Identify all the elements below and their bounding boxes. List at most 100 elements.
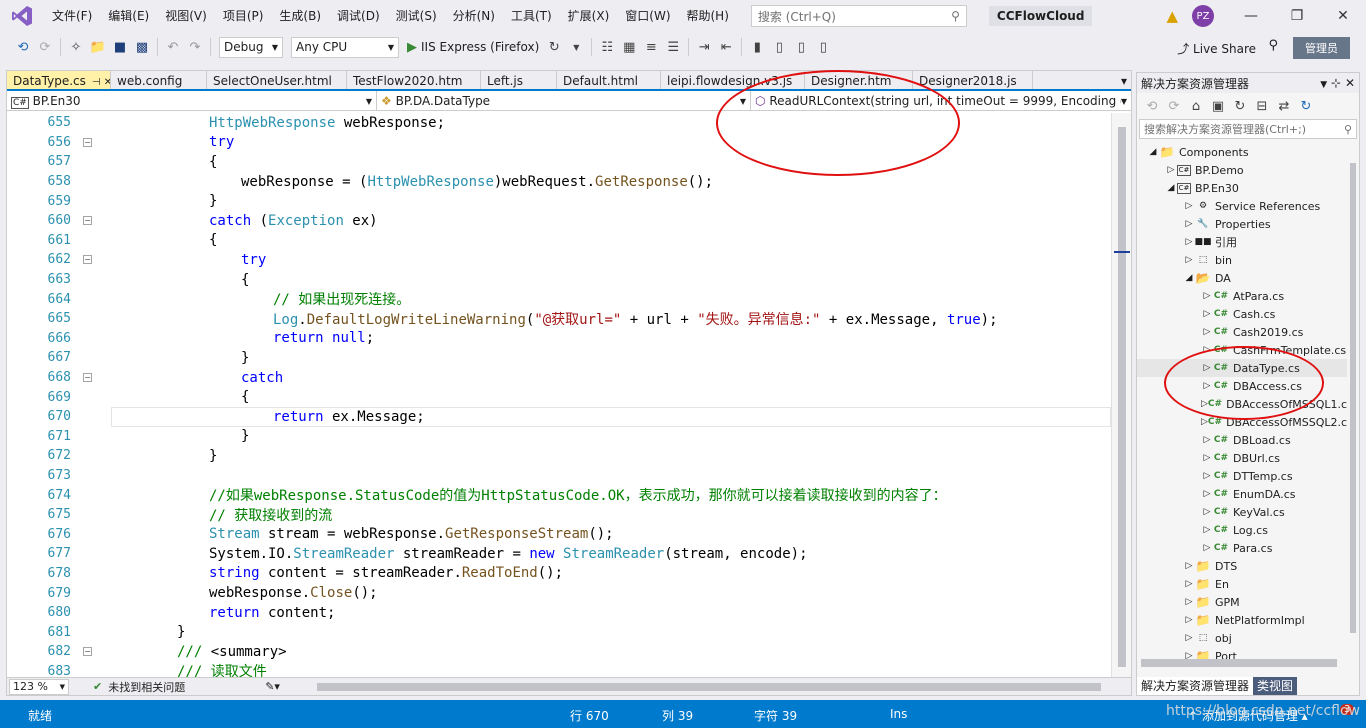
tab-document[interactable]: DataType.cs ⊣ ✕ — [7, 71, 111, 89]
indent-icon[interactable]: ⇥ — [693, 36, 715, 58]
tab-overflow-icon[interactable]: ▾ — [1121, 71, 1127, 91]
code-line[interactable]: 681} — [7, 622, 1111, 642]
collapse-icon[interactable]: − — [83, 372, 92, 382]
collapse-icon[interactable]: − — [83, 647, 92, 657]
tree-item[interactable]: ▷ C# DBUrl.cs — [1137, 449, 1349, 467]
project-dropdown[interactable]: C# BP.En30 ▼ — [7, 91, 377, 111]
code-line[interactable]: 676 Stream stream = webResponse.GetRespon… — [7, 524, 1111, 544]
save-icon[interactable]: ■ — [109, 36, 131, 58]
vertical-scrollbar[interactable] — [1111, 113, 1131, 679]
sync-icon[interactable]: ⇄ — [1273, 95, 1295, 117]
menu-item[interactable]: 调试(D) — [329, 0, 388, 32]
chevron-down-icon[interactable]: ▼ — [565, 36, 587, 58]
tree-item[interactable]: ▷ C# KeyVal.cs — [1137, 503, 1349, 521]
issues-indicator[interactable]: ✔ 未找到相关问题 — [93, 679, 185, 695]
collapsed-arrow-icon[interactable]: ▷ — [1183, 615, 1195, 625]
menu-item[interactable]: 视图(V) — [157, 0, 215, 32]
collapsed-arrow-icon[interactable]: ▷ — [1201, 543, 1213, 553]
tree-item[interactable]: ◢ 📂 DA — [1137, 269, 1349, 287]
code-line[interactable]: 657 { — [7, 152, 1111, 172]
tab-document[interactable]: SelectOneUser.html — [207, 71, 347, 89]
code-line[interactable]: 679 webResponse.Close(); — [7, 583, 1111, 603]
tree-item[interactable]: ▷ C# EnumDA.cs — [1137, 485, 1349, 503]
expanded-arrow-icon[interactable]: ◢ — [1183, 273, 1195, 283]
code-line[interactable]: 658 webResponse = (HttpWebResponse)webReq… — [7, 172, 1111, 192]
collapsed-arrow-icon[interactable]: ▷ — [1201, 291, 1213, 301]
notification-icon[interactable]: ▲ — [1166, 7, 1178, 25]
code-line[interactable]: 668 − catch — [7, 368, 1111, 388]
collapsed-arrow-icon[interactable]: ▷ — [1183, 219, 1195, 229]
code-line[interactable]: 677 System.IO.StreamReader streamReader =… — [7, 544, 1111, 564]
tree-item[interactable]: ▷ C# Cash2019.cs — [1137, 323, 1349, 341]
scrollbar-thumb[interactable] — [1118, 127, 1126, 667]
undo-icon[interactable]: ↶ — [162, 36, 184, 58]
tree-item[interactable]: ▷ 📁 En — [1137, 575, 1349, 593]
code-line[interactable]: 663 { — [7, 270, 1111, 290]
outdent-icon[interactable]: ⇤ — [715, 36, 737, 58]
collapsed-arrow-icon[interactable]: ▷ — [1201, 435, 1213, 445]
collapsed-arrow-icon[interactable]: ▷ — [1201, 309, 1213, 319]
tree-item[interactable]: ▷ ⚙ Service References — [1137, 197, 1349, 215]
tab-document[interactable]: web.config — [111, 71, 207, 89]
tab-solution-explorer[interactable]: 解决方案资源管理器 — [1137, 677, 1254, 695]
code-line[interactable]: 659} — [7, 191, 1111, 211]
code-line[interactable]: 678 string content = streamReader.ReadToE… — [7, 564, 1111, 584]
clear-bookmarks-icon[interactable]: ▯ — [812, 36, 834, 58]
collapsed-arrow-icon[interactable]: ▷ — [1165, 165, 1177, 175]
collapsed-arrow-icon[interactable]: ▷ — [1183, 597, 1195, 607]
collapsed-arrow-icon[interactable]: ▷ — [1183, 201, 1195, 211]
menu-item[interactable]: 编辑(E) — [100, 0, 157, 32]
tree-item[interactable]: ◢ C# BP.En30 — [1137, 179, 1349, 197]
menu-item[interactable]: 文件(F) — [44, 0, 100, 32]
restore-button[interactable]: ❐ — [1274, 8, 1320, 24]
menu-item[interactable]: 工具(T) — [503, 0, 560, 32]
tree-item[interactable]: ▷ C# DBLoad.cs — [1137, 431, 1349, 449]
panel-options-icon[interactable]: ▼ — [1320, 80, 1327, 90]
collapsed-arrow-icon[interactable]: ▷ — [1201, 327, 1213, 337]
code-line[interactable]: 667} — [7, 348, 1111, 368]
save-all-icon[interactable]: ▩ — [131, 36, 153, 58]
collapsed-arrow-icon[interactable]: ▷ — [1201, 525, 1213, 535]
new-project-icon[interactable]: ✧ — [65, 36, 87, 58]
solution-horizontal-scrollbar[interactable] — [1141, 659, 1337, 667]
pending-changes-icon[interactable]: ↻ — [1229, 95, 1251, 117]
refresh-icon[interactable]: ↻ — [1295, 95, 1317, 117]
live-share-button[interactable]: ⤴ Live Share — [1177, 40, 1256, 57]
navigate-icon[interactable]: ▦ — [618, 36, 640, 58]
tree-item[interactable]: ▷ 🔧 Properties — [1137, 215, 1349, 233]
collapsed-arrow-icon[interactable]: ▷ — [1183, 633, 1195, 643]
avatar[interactable]: PZ — [1192, 5, 1214, 27]
switch-views-icon[interactable]: ▣ — [1207, 95, 1229, 117]
menu-item[interactable]: 项目(P) — [215, 0, 272, 32]
close-icon[interactable]: ✕ — [1345, 76, 1355, 90]
uncomment-icon[interactable]: ☰ — [662, 36, 684, 58]
minimize-button[interactable]: — — [1228, 8, 1274, 24]
back-icon[interactable]: ⟲ — [12, 36, 34, 58]
menu-item[interactable]: 窗口(W) — [617, 0, 678, 32]
menu-item[interactable]: 扩展(X) — [560, 0, 618, 32]
collapsed-arrow-icon[interactable]: ▷ — [1183, 255, 1195, 265]
expanded-arrow-icon[interactable]: ◢ — [1165, 183, 1177, 193]
code-text-area[interactable]: 655 HttpWebResponse webResponse; 656 − try 65… — [7, 113, 1111, 679]
menu-item[interactable]: 帮助(H) — [679, 0, 737, 32]
tree-item[interactable]: ▷ C# DTTemp.cs — [1137, 467, 1349, 485]
expanded-arrow-icon[interactable]: ◢ — [1147, 147, 1159, 157]
back-icon[interactable]: ⟲ — [1141, 95, 1163, 117]
tree-item[interactable]: ▷ C# AtPara.cs — [1137, 287, 1349, 305]
tree-item[interactable]: ▷ 📁 GPM — [1137, 593, 1349, 611]
tree-item[interactable]: ▷ C# Para.cs — [1137, 539, 1349, 557]
tab-document[interactable]: TestFlow2020.htm — [347, 71, 481, 89]
tree-item[interactable]: ▷ C# BP.Demo — [1137, 161, 1349, 179]
tree-item[interactable]: ▷ 📁 DTS — [1137, 557, 1349, 575]
code-line[interactable]: 666 return null; — [7, 329, 1111, 349]
tree-item[interactable]: ▷ ⬚ bin — [1137, 251, 1349, 269]
collapsed-arrow-icon[interactable]: ▷ — [1201, 453, 1213, 463]
menu-item[interactable]: 测试(S) — [388, 0, 445, 32]
bookmark-icon[interactable]: ▮ — [746, 36, 768, 58]
collapse-all-icon[interactable]: ⊟ — [1251, 95, 1273, 117]
tab-document[interactable]: Left.js — [481, 71, 557, 89]
collapsed-arrow-icon[interactable]: ▷ — [1183, 237, 1195, 247]
collapsed-arrow-icon[interactable]: ▷ — [1201, 507, 1213, 517]
forward-icon[interactable]: ⟳ — [1163, 95, 1185, 117]
code-line[interactable]: 672} — [7, 446, 1111, 466]
